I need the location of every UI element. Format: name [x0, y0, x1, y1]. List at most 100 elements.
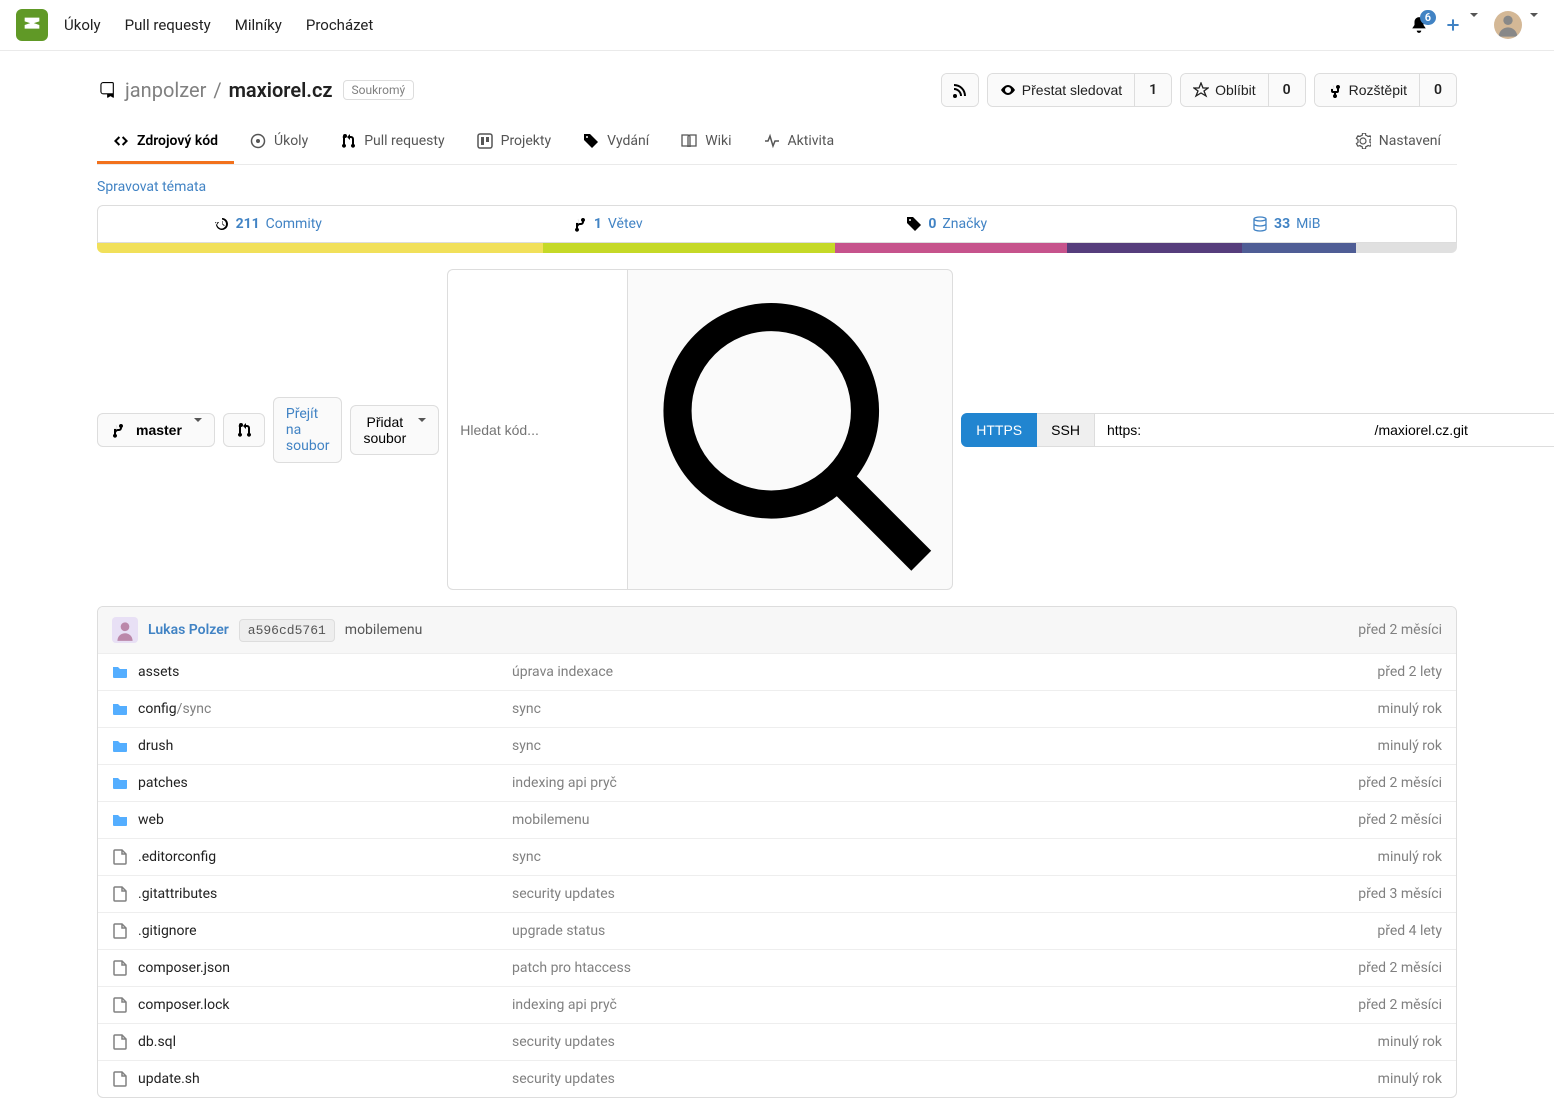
commit-message-link[interactable]: úprava indexace [512, 664, 613, 680]
table-row: config/syncsyncminulý rok [98, 690, 1456, 727]
tag-icon [906, 216, 922, 232]
latest-commit: Lukas Polzer a596cd5761 mobilemenu před … [98, 607, 1456, 653]
commit-message-link[interactable]: sync [512, 738, 541, 754]
tab-activity[interactable]: Aktivita [748, 121, 851, 164]
tab-wiki[interactable]: Wiki [665, 121, 747, 164]
commit-hash-link[interactable]: a596cd5761 [239, 619, 335, 642]
search-button[interactable] [627, 269, 953, 590]
clone-https-tab[interactable]: HTTPS [961, 413, 1037, 447]
clone-url-input[interactable] [1095, 413, 1554, 447]
commit-message-link[interactable]: upgrade status [512, 923, 605, 939]
find-file-button[interactable]: Přejít na soubor [273, 397, 343, 463]
branch-icon [110, 422, 126, 438]
watch-count[interactable]: 1 [1134, 74, 1171, 106]
rss-icon [952, 82, 968, 98]
author-link[interactable]: Lukas Polzer [148, 622, 229, 638]
file-name-link[interactable]: composer.lock [138, 997, 230, 1013]
file-name-link[interactable]: .gitignore [138, 923, 197, 939]
tab-settings[interactable]: Nastavení [1339, 121, 1457, 164]
rss-button[interactable] [942, 74, 978, 106]
commit-message-link[interactable]: mobilemenu [345, 622, 423, 638]
watch-button[interactable]: Přestat sledovat [988, 74, 1134, 106]
file-name-link[interactable]: .gitattributes [138, 886, 217, 902]
file-name-link[interactable]: drush [138, 738, 173, 754]
language-segment[interactable] [1356, 243, 1457, 253]
repo-icon [97, 81, 115, 99]
branch-selector[interactable]: master [97, 413, 215, 447]
notifications-count: 6 [1420, 10, 1436, 25]
language-segment[interactable] [1242, 243, 1356, 253]
commit-message-link[interactable]: security updates [512, 1071, 615, 1087]
repo-name-link[interactable]: maxiorel.cz [229, 78, 333, 102]
tab-releases[interactable]: Vydání [567, 121, 665, 164]
commit-message-link[interactable]: sync [512, 701, 541, 717]
table-row: db.sqlsecurity updatesminulý rok [98, 1023, 1456, 1060]
user-menu[interactable] [1494, 11, 1538, 39]
tab-pulls[interactable]: Pull requesty [324, 121, 460, 164]
language-segment[interactable] [543, 243, 835, 253]
file-icon [112, 849, 128, 865]
pr-icon [236, 422, 252, 438]
file-time: před 2 měsíci [1262, 997, 1442, 1013]
star-icon [1193, 82, 1209, 98]
tab-code[interactable]: Zdrojový kód [97, 121, 234, 164]
language-segment[interactable] [835, 243, 1066, 253]
nav-milestones[interactable]: Milníky [235, 16, 282, 34]
manage-topics-link[interactable]: Spravovat témata [97, 165, 1457, 205]
stat-branches[interactable]: 1Větev [438, 206, 778, 242]
nav-issues[interactable]: Úkoly [64, 16, 101, 34]
file-time: před 2 měsíci [1262, 812, 1442, 828]
language-segment[interactable] [97, 243, 543, 253]
issue-icon [250, 133, 266, 149]
tab-projects[interactable]: Projekty [461, 121, 568, 164]
stat-tags[interactable]: 0Značky [777, 206, 1117, 242]
star-count[interactable]: 0 [1268, 74, 1305, 106]
file-name-link[interactable]: assets [138, 664, 179, 680]
chevron-down-icon [1464, 17, 1478, 33]
gear-icon [1355, 133, 1371, 149]
commit-message-link[interactable]: security updates [512, 1034, 615, 1050]
file-name-link[interactable]: .editorconfig [138, 849, 216, 865]
nav-pulls[interactable]: Pull requesty [125, 16, 211, 34]
author-avatar[interactable] [112, 617, 138, 643]
pr-icon [340, 133, 356, 149]
file-name-link[interactable]: web [138, 812, 164, 828]
fork-count[interactable]: 0 [1419, 74, 1456, 106]
file-name-link[interactable]: db.sql [138, 1034, 176, 1050]
file-time: minulý rok [1262, 1071, 1442, 1087]
language-segment[interactable] [1067, 243, 1242, 253]
file-subpath: /sync [177, 701, 212, 717]
commit-message-link[interactable]: indexing api pryč [512, 997, 617, 1013]
repo-owner-link[interactable]: janpolzer [125, 78, 206, 102]
clone-ssh-tab[interactable]: SSH [1037, 413, 1095, 447]
file-name-link[interactable]: config [138, 701, 177, 717]
commit-message-link[interactable]: patch pro htaccess [512, 960, 631, 976]
file-name-link[interactable]: update.sh [138, 1071, 200, 1087]
commit-message-link[interactable]: sync [512, 849, 541, 865]
chevron-down-icon [188, 422, 202, 438]
compare-button[interactable] [223, 413, 265, 447]
file-icon [112, 960, 128, 976]
file-name-link[interactable]: composer.json [138, 960, 230, 976]
chevron-down-icon [1524, 17, 1538, 33]
code-search-input[interactable] [447, 269, 627, 590]
file-name-link[interactable]: patches [138, 775, 188, 791]
stat-commits[interactable]: 211Commity [98, 206, 438, 242]
visibility-badge: Soukromý [343, 80, 415, 100]
tab-issues[interactable]: Úkoly [234, 121, 324, 164]
file-time: před 2 měsíci [1262, 775, 1442, 791]
commit-message-link[interactable]: mobilemenu [512, 812, 590, 828]
add-file-button[interactable]: Přidat soubor [350, 405, 439, 455]
commit-message-link[interactable]: security updates [512, 886, 615, 902]
star-button[interactable]: Oblíbit [1181, 74, 1267, 106]
project-icon [477, 133, 493, 149]
create-menu[interactable] [1444, 16, 1478, 34]
nav-explore[interactable]: Procházet [306, 16, 373, 34]
notifications-button[interactable]: 6 [1410, 16, 1428, 34]
path-separator: / [213, 78, 221, 102]
table-row: assetsúprava indexacepřed 2 lety [98, 653, 1456, 690]
commit-message-link[interactable]: indexing api pryč [512, 775, 617, 791]
plus-icon [1444, 16, 1462, 34]
fork-button[interactable]: Rozštěpit [1315, 74, 1419, 106]
site-logo[interactable] [16, 9, 48, 41]
